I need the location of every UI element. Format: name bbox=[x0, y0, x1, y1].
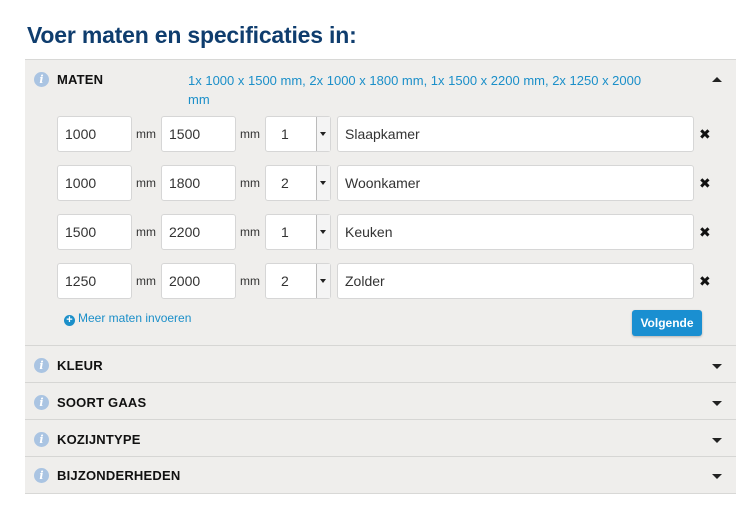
add-more-sizes-link[interactable]: + Meer maten invoeren bbox=[64, 311, 191, 326]
section-bijzonderheden-label[interactable]: BIJZONDERHEDEN bbox=[57, 468, 180, 483]
remove-icon[interactable]: ✖ bbox=[699, 263, 711, 299]
quantity-select[interactable]: 2 bbox=[265, 263, 331, 299]
section-soort-gaas-label[interactable]: SOORT GAAS bbox=[57, 395, 146, 410]
info-icon[interactable]: i bbox=[34, 432, 49, 447]
dropdown-arrow-icon[interactable] bbox=[316, 117, 330, 151]
next-button[interactable]: Volgende bbox=[632, 310, 702, 336]
width-unit-label: mm bbox=[136, 225, 156, 239]
remove-icon[interactable]: ✖ bbox=[699, 214, 711, 250]
chevron-up-icon[interactable] bbox=[712, 77, 722, 82]
width-input[interactable]: 1000 bbox=[57, 165, 132, 201]
info-icon[interactable]: i bbox=[34, 468, 49, 483]
width-input[interactable]: 1000 bbox=[57, 116, 132, 152]
dropdown-arrow-icon[interactable] bbox=[316, 166, 330, 200]
quantity-select[interactable]: 2 bbox=[265, 165, 331, 201]
height-unit-label: mm bbox=[240, 274, 260, 288]
width-unit-label: mm bbox=[136, 274, 156, 288]
section-kozijntype-label[interactable]: KOZIJNTYPE bbox=[57, 432, 141, 447]
quantity-value: 1 bbox=[281, 224, 289, 240]
chevron-down-icon[interactable] bbox=[712, 474, 722, 479]
info-icon[interactable]: i bbox=[34, 72, 49, 87]
divider bbox=[25, 345, 736, 346]
quantity-select[interactable]: 1 bbox=[265, 214, 331, 250]
info-icon[interactable]: i bbox=[34, 358, 49, 373]
page-title: Voer maten en specificaties in: bbox=[27, 22, 357, 48]
height-input[interactable]: 1800 bbox=[161, 165, 236, 201]
quantity-value: 2 bbox=[281, 175, 289, 191]
add-more-label: Meer maten invoeren bbox=[78, 311, 192, 325]
quantity-value: 1 bbox=[281, 126, 289, 142]
height-input[interactable]: 2200 bbox=[161, 214, 236, 250]
info-icon[interactable]: i bbox=[34, 395, 49, 410]
width-input[interactable]: 1500 bbox=[57, 214, 132, 250]
chevron-down-icon[interactable] bbox=[712, 438, 722, 443]
height-input[interactable]: 1500 bbox=[161, 116, 236, 152]
section-maten-label[interactable]: MATEN bbox=[57, 72, 103, 87]
section-kleur-label[interactable]: KLEUR bbox=[57, 358, 103, 373]
chevron-down-icon[interactable] bbox=[712, 401, 722, 406]
room-input[interactable]: Keuken bbox=[337, 214, 694, 250]
specifications-panel: i MATEN 1x 1000 x 1500 mm, 2x 1000 x 180… bbox=[25, 59, 736, 494]
room-input[interactable]: Zolder bbox=[337, 263, 694, 299]
dropdown-arrow-icon[interactable] bbox=[316, 264, 330, 298]
maten-summary: 1x 1000 x 1500 mm, 2x 1000 x 1800 mm, 1x… bbox=[188, 73, 642, 107]
remove-icon[interactable]: ✖ bbox=[699, 116, 711, 152]
width-input[interactable]: 1250 bbox=[57, 263, 132, 299]
divider bbox=[25, 456, 736, 457]
width-unit-label: mm bbox=[136, 176, 156, 190]
room-input[interactable]: Slaapkamer bbox=[337, 116, 694, 152]
height-unit-label: mm bbox=[240, 127, 260, 141]
quantity-value: 2 bbox=[281, 273, 289, 289]
height-unit-label: mm bbox=[240, 225, 260, 239]
width-unit-label: mm bbox=[136, 127, 156, 141]
remove-icon[interactable]: ✖ bbox=[699, 165, 711, 201]
divider bbox=[25, 419, 736, 420]
height-input[interactable]: 2000 bbox=[161, 263, 236, 299]
height-unit-label: mm bbox=[240, 176, 260, 190]
quantity-select[interactable]: 1 bbox=[265, 116, 331, 152]
plus-circle-icon: + bbox=[64, 315, 75, 326]
dropdown-arrow-icon[interactable] bbox=[316, 215, 330, 249]
room-input[interactable]: Woonkamer bbox=[337, 165, 694, 201]
chevron-down-icon[interactable] bbox=[712, 364, 722, 369]
divider bbox=[25, 382, 736, 383]
